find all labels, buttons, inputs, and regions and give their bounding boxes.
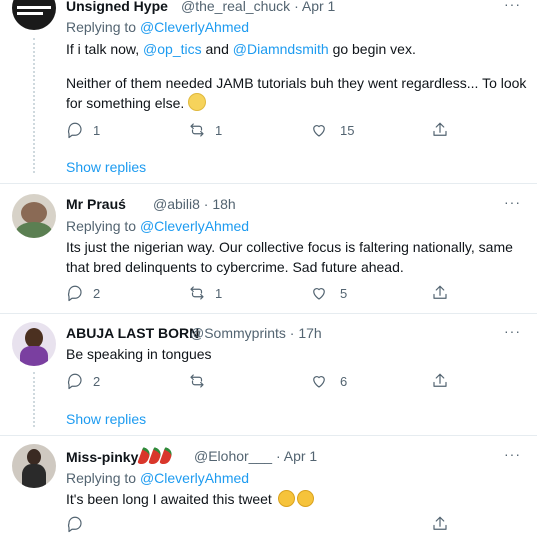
tweet-text-line: It's been long I awaited this tweet xyxy=(66,489,314,509)
divider xyxy=(0,435,537,436)
retweet-button[interactable]: 1 xyxy=(188,121,222,139)
retweet-button[interactable]: 1 xyxy=(188,284,222,302)
like-button[interactable]: 15 xyxy=(310,121,354,139)
reply-button[interactable]: 2 xyxy=(66,284,100,302)
tweet-text-line: that bred delinquents to cybercrime. Sad… xyxy=(66,259,404,275)
retweet-icon xyxy=(190,123,204,137)
mention-link[interactable]: @op_tics xyxy=(143,41,202,57)
timestamp[interactable]: Apr 1 xyxy=(302,0,335,14)
heart-icon xyxy=(313,125,325,137)
avatar[interactable] xyxy=(12,444,56,488)
show-replies-link[interactable]: Show replies xyxy=(66,159,146,175)
avatar[interactable] xyxy=(12,194,56,238)
replying-to-mention[interactable]: @CleverlyAhmed xyxy=(140,470,249,486)
timestamp[interactable]: 17h xyxy=(298,325,321,341)
slight-frown-emoji-icon xyxy=(188,93,207,111)
share-button[interactable] xyxy=(431,284,449,307)
author-handle[interactable]: @abili8 · 18h xyxy=(153,196,236,212)
heart-icon xyxy=(313,288,325,300)
replying-to: Replying to @CleverlyAhmed xyxy=(66,218,250,234)
timestamp[interactable]: 18h xyxy=(212,196,235,212)
replying-to-mention[interactable]: @CleverlyAhmed xyxy=(140,19,249,35)
share-icon xyxy=(433,122,447,136)
thread-line xyxy=(33,372,35,427)
replying-to: Replying to @CleverlyAhmed xyxy=(66,470,250,486)
tweet-text: If i talk now, @op_tics and @Diamndsmith… xyxy=(66,41,416,57)
more-options-icon[interactable]: ··· xyxy=(504,323,521,339)
timestamp[interactable]: Apr 1 xyxy=(284,448,317,464)
tears-of-joy-emoji-icon xyxy=(277,490,295,507)
author-name[interactable]: Unsigned Hype xyxy=(66,0,168,14)
divider xyxy=(0,313,537,314)
more-options-icon[interactable]: ··· xyxy=(504,194,521,210)
heart-icon xyxy=(313,376,325,388)
tweet-text-line: Be speaking in tongues xyxy=(66,346,212,362)
tweet-text-line: Its just the nigerian way. Our collectiv… xyxy=(66,239,513,255)
share-button[interactable] xyxy=(431,372,449,395)
reply-icon xyxy=(67,122,82,139)
thread-line xyxy=(33,38,35,173)
avatar-logo-text xyxy=(17,6,51,9)
share-button[interactable] xyxy=(431,121,449,144)
reply-icon xyxy=(67,373,82,390)
chili-pepper-icon xyxy=(159,446,174,467)
share-icon xyxy=(433,373,447,387)
reply-icon[interactable] xyxy=(66,515,84,533)
share-icon xyxy=(433,285,447,299)
retweet-icon xyxy=(190,286,204,300)
reply-button[interactable]: 1 xyxy=(66,121,100,139)
like-button[interactable]: 5 xyxy=(310,284,347,302)
divider xyxy=(0,183,537,184)
share-icon xyxy=(433,516,447,530)
tweet-text-line: for something else. xyxy=(66,93,207,113)
action-bar-partial xyxy=(66,515,84,533)
author-handle[interactable]: @Sommyprints · 17h xyxy=(190,325,322,341)
replying-to-mention[interactable]: @CleverlyAhmed xyxy=(140,218,249,234)
retweet-button[interactable] xyxy=(188,372,215,390)
retweet-icon xyxy=(190,374,204,388)
more-options-icon[interactable]: ··· xyxy=(504,446,521,462)
mention-link[interactable]: @Diamndsmith xyxy=(233,41,329,57)
avatar[interactable] xyxy=(12,322,56,366)
author-handle[interactable]: @the_real_chuck · Apr 1 xyxy=(181,0,335,14)
reply-icon xyxy=(67,285,82,302)
like-button[interactable]: 6 xyxy=(310,372,347,390)
author-name[interactable]: Miss-pinky xyxy=(66,446,174,467)
reply-button[interactable]: 2 xyxy=(66,372,100,390)
more-options-icon[interactable]: ··· xyxy=(504,0,521,12)
tears-of-joy-emoji-icon xyxy=(296,490,314,507)
replying-to: Replying to @CleverlyAhmed xyxy=(66,19,250,35)
tweet-text-line: Neither of them needed JAMB tutorials bu… xyxy=(66,75,527,91)
share-button[interactable] xyxy=(431,515,449,538)
author-handle[interactable]: @Elohor___ · Apr 1 xyxy=(194,448,317,464)
avatar[interactable] xyxy=(12,0,56,30)
author-name[interactable]: Mr Prauś xyxy=(66,196,126,212)
show-replies-link[interactable]: Show replies xyxy=(66,411,146,427)
author-name[interactable]: ABUJA LAST BORN xyxy=(66,325,199,341)
